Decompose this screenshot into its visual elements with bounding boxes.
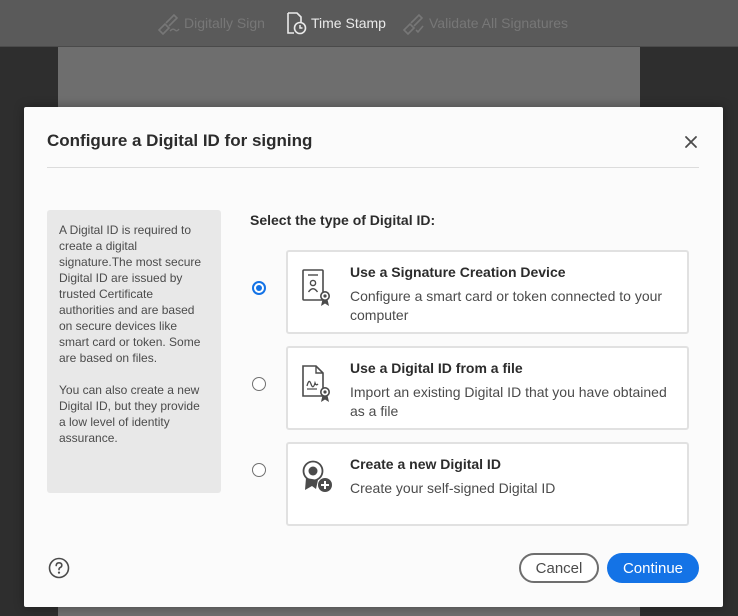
info-text-1: A Digital ID is required to create a dig… [59, 223, 202, 365]
close-icon[interactable] [680, 131, 702, 153]
select-type-label: Select the type of Digital ID: [250, 212, 436, 228]
continue-button[interactable]: Continue [607, 553, 699, 583]
pen-sign-icon [157, 13, 180, 35]
info-panel: A Digital ID is required to create a dig… [47, 210, 221, 493]
option-file-id[interactable]: Use a Digital ID from a file Import an e… [286, 346, 689, 430]
option-signature-device[interactable]: Use a Signature Creation Device Configur… [286, 250, 689, 334]
time-stamp-icon [287, 12, 307, 35]
certificate-device-icon [302, 269, 330, 306]
option-new-id[interactable]: Create a new Digital ID Create your self… [286, 442, 689, 526]
validate-all-button[interactable]: Validate All Signatures [401, 11, 568, 35]
add-badge-icon [302, 460, 332, 492]
cancel-button[interactable]: Cancel [519, 553, 599, 583]
option-title: Use a Digital ID from a file [350, 360, 523, 376]
time-stamp-label: Time Stamp [311, 15, 386, 31]
validate-all-label: Validate All Signatures [429, 15, 569, 31]
signature-toolbar: Digitally Sign Time Stamp Validate All S… [0, 0, 738, 47]
title-divider [47, 167, 699, 168]
radio-new-id[interactable] [252, 463, 266, 477]
digitally-sign-label: Digitally Sign [184, 15, 265, 31]
help-icon[interactable] [48, 557, 70, 579]
configure-digital-id-dialog: Configure a Digital ID for signing A Dig… [24, 107, 723, 607]
validate-signature-icon [402, 13, 424, 35]
option-description: Create your self-signed Digital ID [350, 480, 556, 496]
info-text-2: You can also create a new Digital ID, bu… [59, 383, 200, 445]
radio-file-id[interactable] [252, 377, 266, 391]
option-title: Use a Signature Creation Device [350, 264, 566, 280]
dialog-title: Configure a Digital ID for signing [47, 131, 313, 150]
signed-file-icon [302, 365, 330, 402]
option-title: Create a new Digital ID [350, 456, 501, 472]
time-stamp-button[interactable]: Time Stamp [283, 11, 386, 35]
digitally-sign-button[interactable]: Digitally Sign [156, 11, 265, 35]
option-description: Configure a smart card or token connecte… [350, 288, 663, 323]
radio-signature-device[interactable] [252, 281, 266, 295]
option-description: Import an existing Digital ID that you h… [350, 384, 667, 419]
